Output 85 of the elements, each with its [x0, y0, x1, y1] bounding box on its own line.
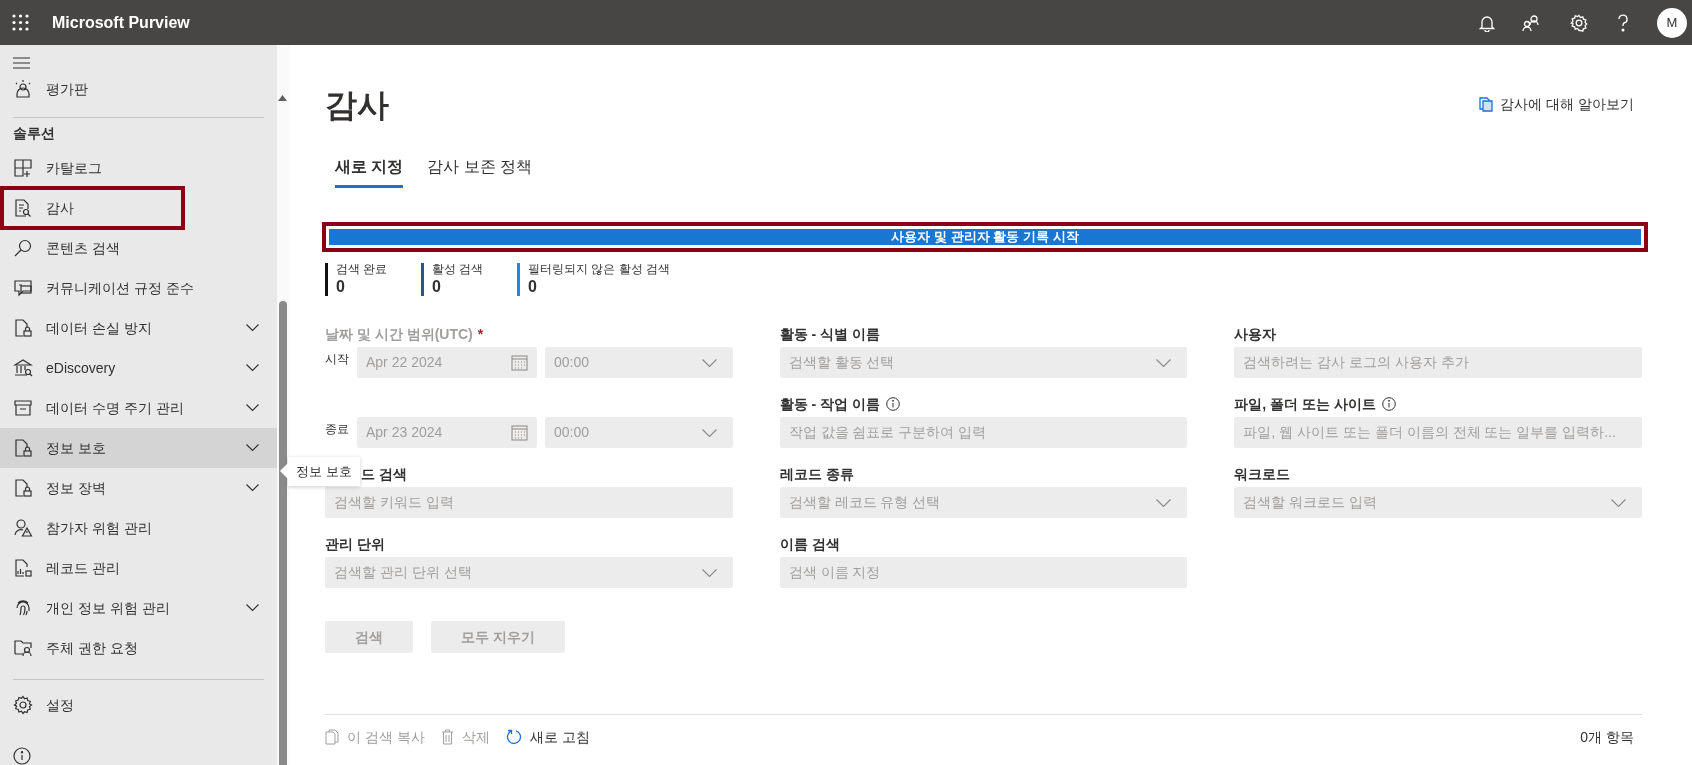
- nav-item[interactable]: 주체 권한 요청: [0, 628, 277, 668]
- chevron-down-icon: [701, 428, 717, 437]
- search-icon: [13, 238, 33, 258]
- range-label: 시작: [325, 351, 349, 368]
- item-count: 0개 항목: [1580, 727, 1634, 747]
- menu-icon[interactable]: [13, 56, 30, 69]
- field-label: 날짜 및 시간 범위(UTC): [325, 324, 473, 344]
- info-icon[interactable]: [886, 397, 900, 411]
- nav-item[interactable]: 레코드 관리: [0, 548, 277, 588]
- app-launcher-icon[interactable]: [12, 14, 29, 31]
- field-label: 활동 - 식별 이름: [779, 324, 880, 344]
- document-lock-icon: [13, 478, 33, 498]
- chevron-down-icon: [1156, 358, 1172, 367]
- nav-item[interactable]: 설정: [0, 685, 277, 725]
- nav-item[interactable]: 참가자 위험 관리: [0, 508, 277, 548]
- stat-label: 필터링되지 않은 활성 검색: [528, 261, 670, 278]
- scroll-up-icon[interactable]: [278, 95, 287, 101]
- stat-value: 0: [528, 278, 538, 296]
- document-chart-icon: [13, 558, 33, 578]
- chevron-down-icon: [701, 358, 717, 367]
- tab[interactable]: 감사 보존 정책: [427, 148, 533, 188]
- person-warning-icon: [13, 518, 33, 538]
- field-label: 드 검색: [361, 464, 407, 484]
- nav-item[interactable]: 평가판: [0, 75, 277, 104]
- start-recording-button[interactable]: 사용자 및 관리자 활동 기록 시작: [329, 229, 1641, 245]
- info-icon[interactable]: [1381, 397, 1396, 411]
- help-icon[interactable]: [1617, 13, 1629, 32]
- field-label: 워크로드: [1234, 464, 1291, 484]
- avatar[interactable]: M: [1657, 7, 1687, 38]
- info-icon[interactable]: [13, 747, 31, 765]
- nav-item[interactable]: 카탈로그: [0, 148, 277, 188]
- stat-value: 0: [336, 278, 346, 296]
- documents-icon: [1479, 97, 1494, 112]
- nav-item[interactable]: 정보 장벽: [0, 468, 277, 508]
- nav-item[interactable]: 데이터 수명 주기 관리: [0, 388, 277, 428]
- chevron-down-icon: [701, 568, 717, 577]
- page-title: 감사: [325, 86, 389, 125]
- sparkle-person-icon: [13, 79, 33, 100]
- chevron-down-icon: [1611, 498, 1626, 507]
- chevron-down-icon[interactable]: [246, 604, 259, 612]
- field-label: 레코드 종류: [779, 464, 854, 484]
- chevron-down-icon[interactable]: [246, 484, 259, 492]
- settings-icon: [13, 695, 33, 715]
- field-label: 파일, 폴더 또는 사이트: [1234, 394, 1376, 414]
- nav-item[interactable]: 데이터 손실 방지: [0, 308, 277, 348]
- document-lock-icon: [13, 438, 33, 458]
- chat-icon: [13, 278, 33, 298]
- document-search-icon: [13, 198, 33, 218]
- nav-item[interactable]: eDiscovery: [0, 348, 277, 388]
- app-title[interactable]: Microsoft Purview: [52, 10, 190, 35]
- folder-person-icon: [13, 638, 33, 658]
- refresh-icon: [505, 729, 522, 745]
- document-lock-icon: [13, 318, 33, 338]
- grid-plus-icon: [13, 158, 33, 178]
- stat-label: 활성 검색: [432, 261, 484, 278]
- field-label: 관리 단위: [325, 534, 385, 554]
- nav-item[interactable]: 개인 정보 위험 관리: [0, 588, 277, 628]
- nav-item[interactable]: 정보 보호: [0, 428, 277, 468]
- field-label: 이름 검색: [779, 534, 840, 554]
- bank-icon: [13, 358, 33, 378]
- nav-item[interactable]: 콘텐츠 검색: [0, 228, 277, 268]
- range-label: 종료: [325, 421, 349, 438]
- chevron-down-icon[interactable]: [246, 444, 259, 452]
- field-label: 활동 - 작업 이름: [779, 394, 880, 414]
- required-mark: *: [477, 324, 484, 344]
- chevron-down-icon[interactable]: [246, 364, 259, 372]
- people-icon[interactable]: [1522, 13, 1540, 32]
- chevron-down-icon: [1156, 498, 1172, 507]
- fingerprint-icon: [13, 598, 33, 618]
- field-label: 사용자: [1234, 324, 1277, 344]
- stat-label: 검색 완료: [336, 261, 388, 278]
- toolbar-button[interactable]: 새로 고침: [505, 726, 590, 748]
- archive-icon: [13, 398, 33, 418]
- settings-icon[interactable]: [1570, 13, 1588, 32]
- bell-icon[interactable]: [1479, 13, 1495, 32]
- tab[interactable]: 새로 지정: [335, 148, 404, 188]
- scrollbar-thumb[interactable]: [278, 301, 287, 765]
- chevron-down-icon[interactable]: [246, 404, 259, 412]
- stat-value: 0: [432, 278, 442, 296]
- copy-icon: [325, 729, 339, 745]
- trash-icon: [440, 729, 454, 745]
- chevron-down-icon[interactable]: [246, 324, 259, 332]
- nav-item[interactable]: 감사: [0, 188, 277, 228]
- section-heading: 솔루션: [13, 123, 55, 143]
- nav-item[interactable]: 커뮤니케이션 규정 준수: [0, 268, 277, 308]
